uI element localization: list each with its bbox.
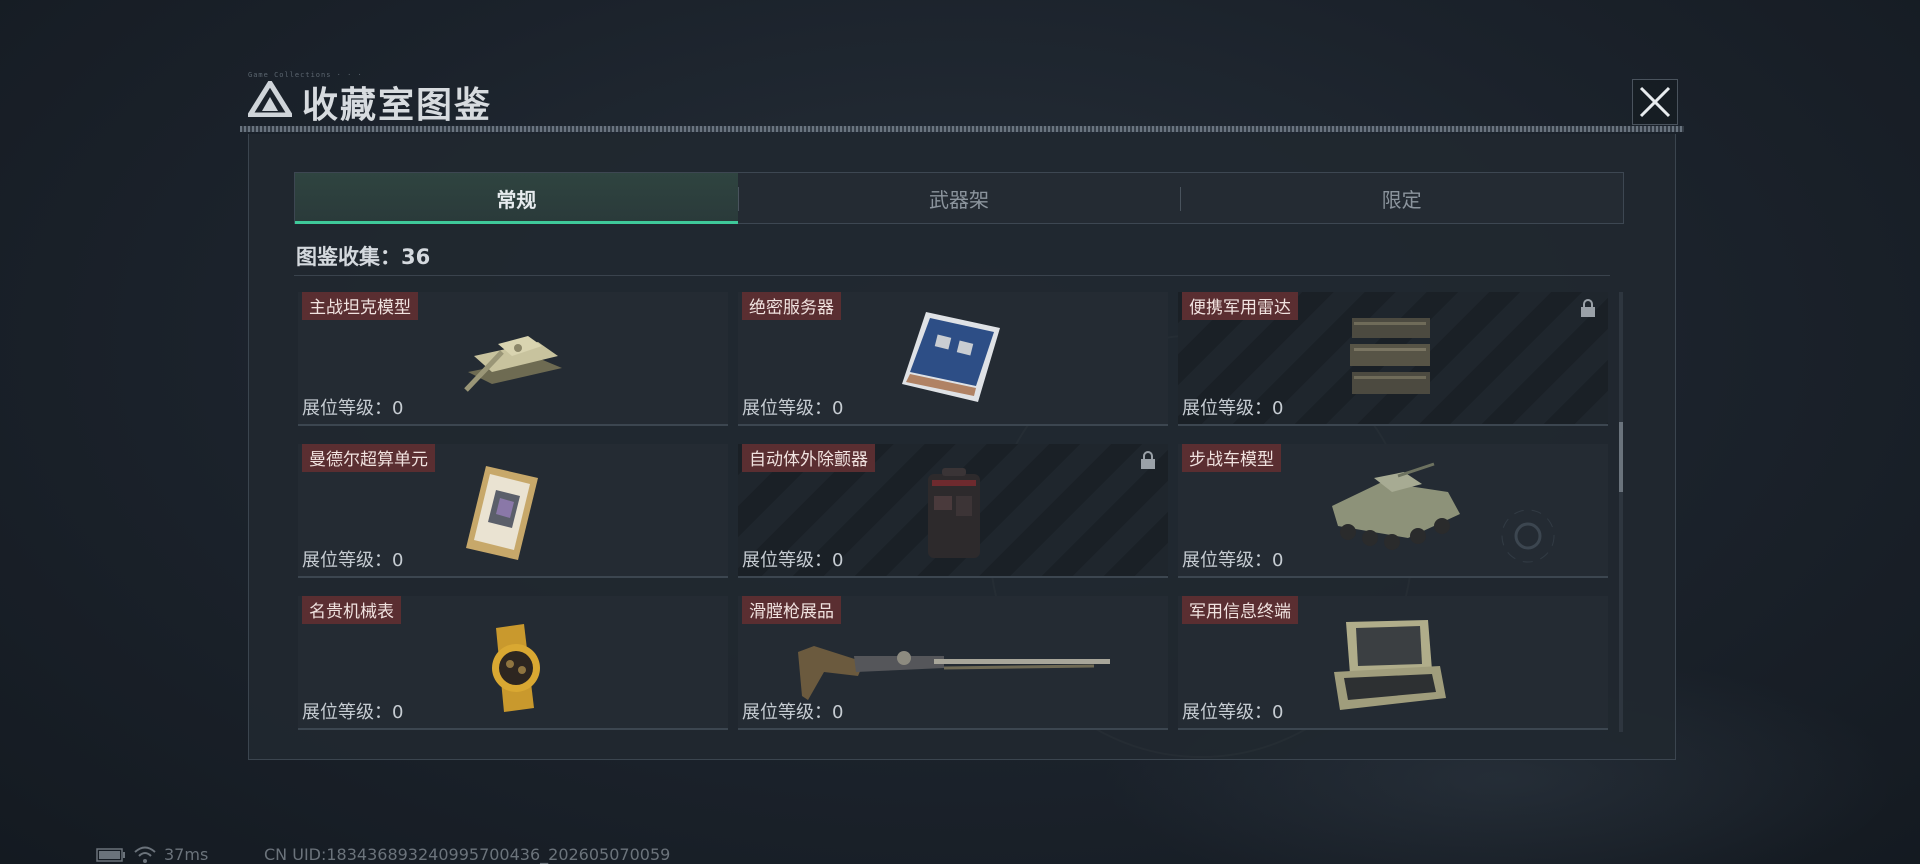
item-level: 展位等级：0 — [302, 550, 404, 571]
scroll-thumb[interactable] — [1619, 422, 1623, 492]
item-grid: 主战坦克模型 展位等级：0 绝密服务器 展位等级：0 便携军用雷达 展位等级：0… — [298, 292, 1608, 732]
item-card[interactable]: 主战坦克模型 展位等级：0 — [298, 292, 728, 426]
close-button[interactable] — [1632, 79, 1678, 125]
item-card[interactable]: 步战车模型 展位等级：0 — [1178, 444, 1608, 578]
tab-regular[interactable]: 常规 — [295, 173, 738, 224]
defibrillator-icon — [928, 468, 980, 558]
item-name: 绝密服务器 — [742, 292, 841, 320]
item-name: 军用信息终端 — [1182, 596, 1298, 624]
radar-icon — [1350, 318, 1430, 394]
supercomputer-unit-icon — [466, 466, 538, 560]
server-icon — [902, 312, 1000, 402]
lock-icon — [1141, 451, 1155, 469]
item-level: 展位等级：0 — [1182, 550, 1284, 571]
item-card[interactable]: 便携军用雷达 展位等级：0 — [1178, 292, 1608, 426]
terminal-icon — [1334, 620, 1446, 710]
item-name: 自动体外除颤器 — [742, 444, 875, 472]
item-name: 便携军用雷达 — [1182, 292, 1298, 320]
ping-text: 37ms — [164, 845, 209, 864]
divider — [294, 275, 1610, 276]
item-level: 展位等级：0 — [742, 398, 844, 419]
item-card[interactable]: 军用信息终端 展位等级：0 — [1178, 596, 1608, 730]
collection-count: 图鉴收集：36 — [296, 245, 431, 269]
lock-icon — [1581, 299, 1595, 317]
item-name: 曼德尔超算单元 — [302, 444, 435, 472]
ifv-model-icon — [1332, 462, 1460, 550]
item-level: 展位等级：0 — [302, 702, 404, 723]
watch-icon — [492, 624, 540, 712]
status-bar: 37ms — [96, 845, 208, 864]
triangle-logo-icon — [245, 78, 295, 118]
item-level: 展位等级：0 — [302, 398, 404, 419]
tab-limited[interactable]: 限定 — [1180, 173, 1623, 223]
battery-icon — [96, 847, 125, 862]
item-card[interactable]: 绝密服务器 展位等级：0 — [738, 292, 1168, 426]
wifi-icon — [134, 846, 156, 863]
item-card[interactable]: 自动体外除颤器 展位等级：0 — [738, 444, 1168, 578]
item-card[interactable]: 名贵机械表 展位等级：0 — [298, 596, 728, 730]
item-name: 名贵机械表 — [302, 596, 401, 624]
uid-text: CN UID:1834368932409957004­36_2026050700… — [264, 845, 671, 864]
tank-model-icon — [464, 336, 562, 392]
item-name: 步战车模型 — [1182, 444, 1281, 472]
category-tabs: 常规 武器架 限定 — [294, 172, 1624, 224]
item-level: 展位等级：0 — [742, 550, 844, 571]
musket-icon — [798, 646, 1110, 700]
item-name: 滑膛枪展品 — [742, 596, 841, 624]
item-level: 展位等级：0 — [1182, 398, 1284, 419]
page-title: 收藏室图鉴 — [302, 85, 493, 126]
crosshair-watermark-icon — [1501, 509, 1555, 563]
tab-weapon-rack[interactable]: 武器架 — [737, 173, 1181, 223]
title-divider-strip — [240, 126, 1684, 132]
grid-scrollbar[interactable] — [1619, 292, 1623, 732]
close-x-icon — [1639, 86, 1671, 118]
item-level: 展位等级：0 — [1182, 702, 1284, 723]
item-level: 展位等级：0 — [742, 702, 844, 723]
item-name: 主战坦克模型 — [302, 292, 418, 320]
item-card[interactable]: 滑膛枪展品 展位等级：0 — [738, 596, 1168, 730]
item-card[interactable]: 曼德尔超算单元 展位等级：0 — [298, 444, 728, 578]
